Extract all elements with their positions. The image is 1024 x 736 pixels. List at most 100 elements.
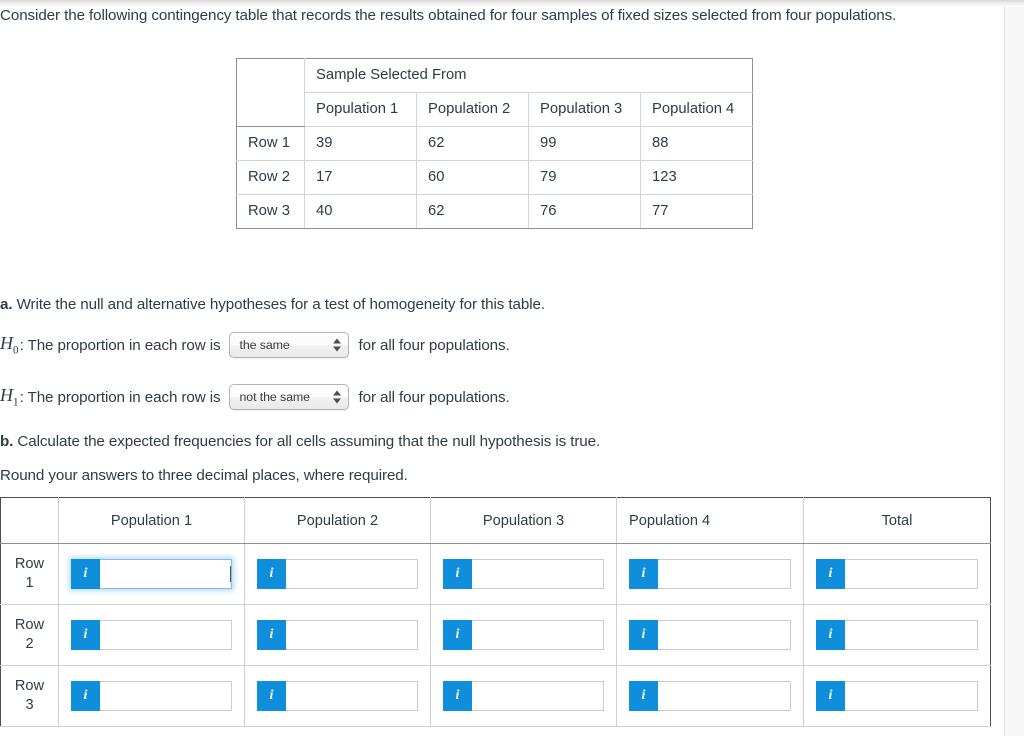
- expected-frequency-field-r1c2[interactable]: i: [257, 559, 418, 589]
- part-a-prompt-text: Write the null and alternative hypothese…: [16, 296, 545, 313]
- contingency-cell-r1c3: 99: [528, 126, 641, 161]
- answer-row-label-1: Row 1: [0, 543, 59, 605]
- answer-row-label-2: Row 2: [0, 604, 59, 666]
- null-hypothesis-row: H0 : The proportion in each row is the s…: [0, 332, 510, 358]
- null-hypothesis-tail-text: for all four populations.: [358, 336, 510, 354]
- info-icon[interactable]: i: [71, 559, 100, 589]
- table-row: Row 3 40 62 76 77: [236, 194, 753, 229]
- expected-frequency-input-r1c1[interactable]: [100, 560, 224, 588]
- answer-cell-r1-total: i: [803, 543, 991, 605]
- alternative-hypothesis-symbol: H1: [0, 385, 19, 409]
- contingency-cell-r2c3: 79: [528, 160, 641, 195]
- answer-cell-r3-total: i: [803, 665, 991, 727]
- page-content: Consider the following contingency table…: [0, 0, 1004, 736]
- answer-row-label-2-line2: 2: [25, 636, 34, 652]
- answer-row-label-3-line1: Row: [14, 678, 45, 694]
- info-icon[interactable]: i: [816, 559, 845, 589]
- contingency-table: Sample Selected From Population 1 Popula…: [236, 58, 753, 229]
- alternative-hypothesis-select[interactable]: not the same: [229, 384, 350, 410]
- answer-cell-r1c2: i: [244, 543, 431, 605]
- info-icon[interactable]: i: [257, 681, 286, 711]
- alternative-hypothesis-tail-text: for all four populations.: [358, 388, 510, 406]
- expected-frequency-field-r2c2[interactable]: i: [257, 620, 418, 650]
- info-icon[interactable]: i: [71, 681, 100, 711]
- expected-frequency-input-r1-total[interactable]: [845, 560, 977, 588]
- expected-frequency-field-r2c4[interactable]: i: [629, 620, 791, 650]
- answer-row-label-1-line1: Row: [14, 556, 45, 572]
- answer-row-label-3-line2: 3: [25, 697, 34, 713]
- expected-frequency-input-r2c4[interactable]: [658, 621, 790, 649]
- expected-frequency-input-r3c1[interactable]: [100, 682, 231, 710]
- expected-frequency-input-r2c3[interactable]: [472, 621, 603, 649]
- info-icon[interactable]: i: [443, 559, 472, 589]
- contingency-table-container: Sample Selected From Population 1 Popula…: [236, 58, 753, 229]
- alternative-hypothesis-row: H1 : The proportion in each row is not t…: [0, 384, 510, 410]
- contingency-corner-cell: [236, 58, 305, 127]
- expected-frequency-field-r2-total[interactable]: i: [816, 620, 978, 650]
- expected-frequency-field-r1-total[interactable]: i: [816, 559, 978, 589]
- answer-row-label-3: Row 3: [0, 665, 59, 727]
- info-icon[interactable]: i: [443, 681, 472, 711]
- answer-col-header-population-2: Population 2: [244, 497, 431, 544]
- expected-frequency-input-r1c2[interactable]: [286, 560, 417, 588]
- expected-frequency-input-r3-total[interactable]: [845, 682, 977, 710]
- alternative-hypothesis-symbol-letter: H: [0, 385, 13, 406]
- answer-table-container: Population 1 Population 2 Population 3 P…: [0, 497, 991, 727]
- expected-frequency-field-r1c3[interactable]: i: [443, 559, 604, 589]
- expected-frequency-field-r3c2[interactable]: i: [257, 681, 418, 711]
- alternative-hypothesis-symbol-subscript: 1: [12, 396, 19, 409]
- info-icon[interactable]: i: [629, 620, 658, 650]
- answer-cell-r2c3: i: [430, 604, 617, 666]
- contingency-group-header: Sample Selected From: [304, 58, 753, 93]
- expected-frequency-input-r3c3[interactable]: [472, 682, 603, 710]
- expected-frequency-field-r3c3[interactable]: i: [443, 681, 604, 711]
- contingency-row-label-3: Row 3: [236, 194, 305, 229]
- expected-frequency-input-r2-total[interactable]: [845, 621, 977, 649]
- answer-table-corner-header: [0, 497, 59, 544]
- contingency-row-label-1: Row 1: [236, 126, 305, 161]
- info-icon[interactable]: i: [629, 559, 658, 589]
- info-icon[interactable]: i: [629, 681, 658, 711]
- info-icon[interactable]: i: [257, 559, 286, 589]
- info-icon[interactable]: i: [816, 620, 845, 650]
- contingency-cell-r1c2: 62: [416, 126, 529, 161]
- stepper-arrows-icon: [333, 390, 342, 405]
- info-icon[interactable]: i: [257, 620, 286, 650]
- expected-frequency-field-r1c1[interactable]: i: [71, 559, 232, 589]
- contingency-cell-r2c2: 60: [416, 160, 529, 195]
- null-hypothesis-symbol-subscript: 0: [12, 344, 19, 357]
- expected-frequency-field-r2c1[interactable]: i: [71, 620, 232, 650]
- contingency-group-header-row: Sample Selected From: [236, 58, 753, 127]
- expected-frequency-field-r2c3[interactable]: i: [443, 620, 604, 650]
- expected-frequency-input-r1c3[interactable]: [472, 560, 603, 588]
- null-hypothesis-symbol: H0: [0, 333, 19, 357]
- answer-cell-r1c3: i: [430, 543, 617, 605]
- table-row: Row 3 i i i i i: [0, 665, 991, 727]
- expected-frequency-input-r3c2[interactable]: [286, 682, 417, 710]
- answer-cell-r3c2: i: [244, 665, 431, 727]
- contingency-cell-r1c1: 39: [304, 126, 417, 161]
- info-icon[interactable]: i: [71, 620, 100, 650]
- expected-frequency-input-r1c4[interactable]: [658, 560, 790, 588]
- info-icon[interactable]: i: [443, 620, 472, 650]
- expected-frequency-input-r2c1[interactable]: [100, 621, 231, 649]
- expected-frequency-field-r1c4[interactable]: i: [629, 559, 791, 589]
- answer-cell-r3c3: i: [430, 665, 617, 727]
- info-icon[interactable]: i: [816, 681, 845, 711]
- answer-cell-r2c2: i: [244, 604, 431, 666]
- answer-table-header-row: Population 1 Population 2 Population 3 P…: [0, 497, 991, 544]
- expected-frequency-field-r3c4[interactable]: i: [629, 681, 791, 711]
- contingency-cell-r3c4: 77: [640, 194, 753, 229]
- stepper-arrows-icon: [333, 338, 342, 353]
- expected-frequency-field-r3-total[interactable]: i: [816, 681, 978, 711]
- expected-frequency-field-r3c1[interactable]: i: [71, 681, 232, 711]
- answer-cell-r1c4: i: [616, 543, 804, 605]
- contingency-cell-r1c4: 88: [640, 126, 753, 161]
- null-hypothesis-select[interactable]: the same: [229, 332, 350, 358]
- table-row: Row 2 i i i i i: [0, 604, 991, 666]
- contingency-cell-r2c4: 123: [640, 160, 753, 195]
- part-b-prompt: b. Calculate the expected frequencies fo…: [0, 431, 600, 453]
- expected-frequency-input-r3c4[interactable]: [658, 682, 790, 710]
- null-hypothesis-symbol-letter: H: [0, 333, 13, 354]
- expected-frequency-input-r2c2[interactable]: [286, 621, 417, 649]
